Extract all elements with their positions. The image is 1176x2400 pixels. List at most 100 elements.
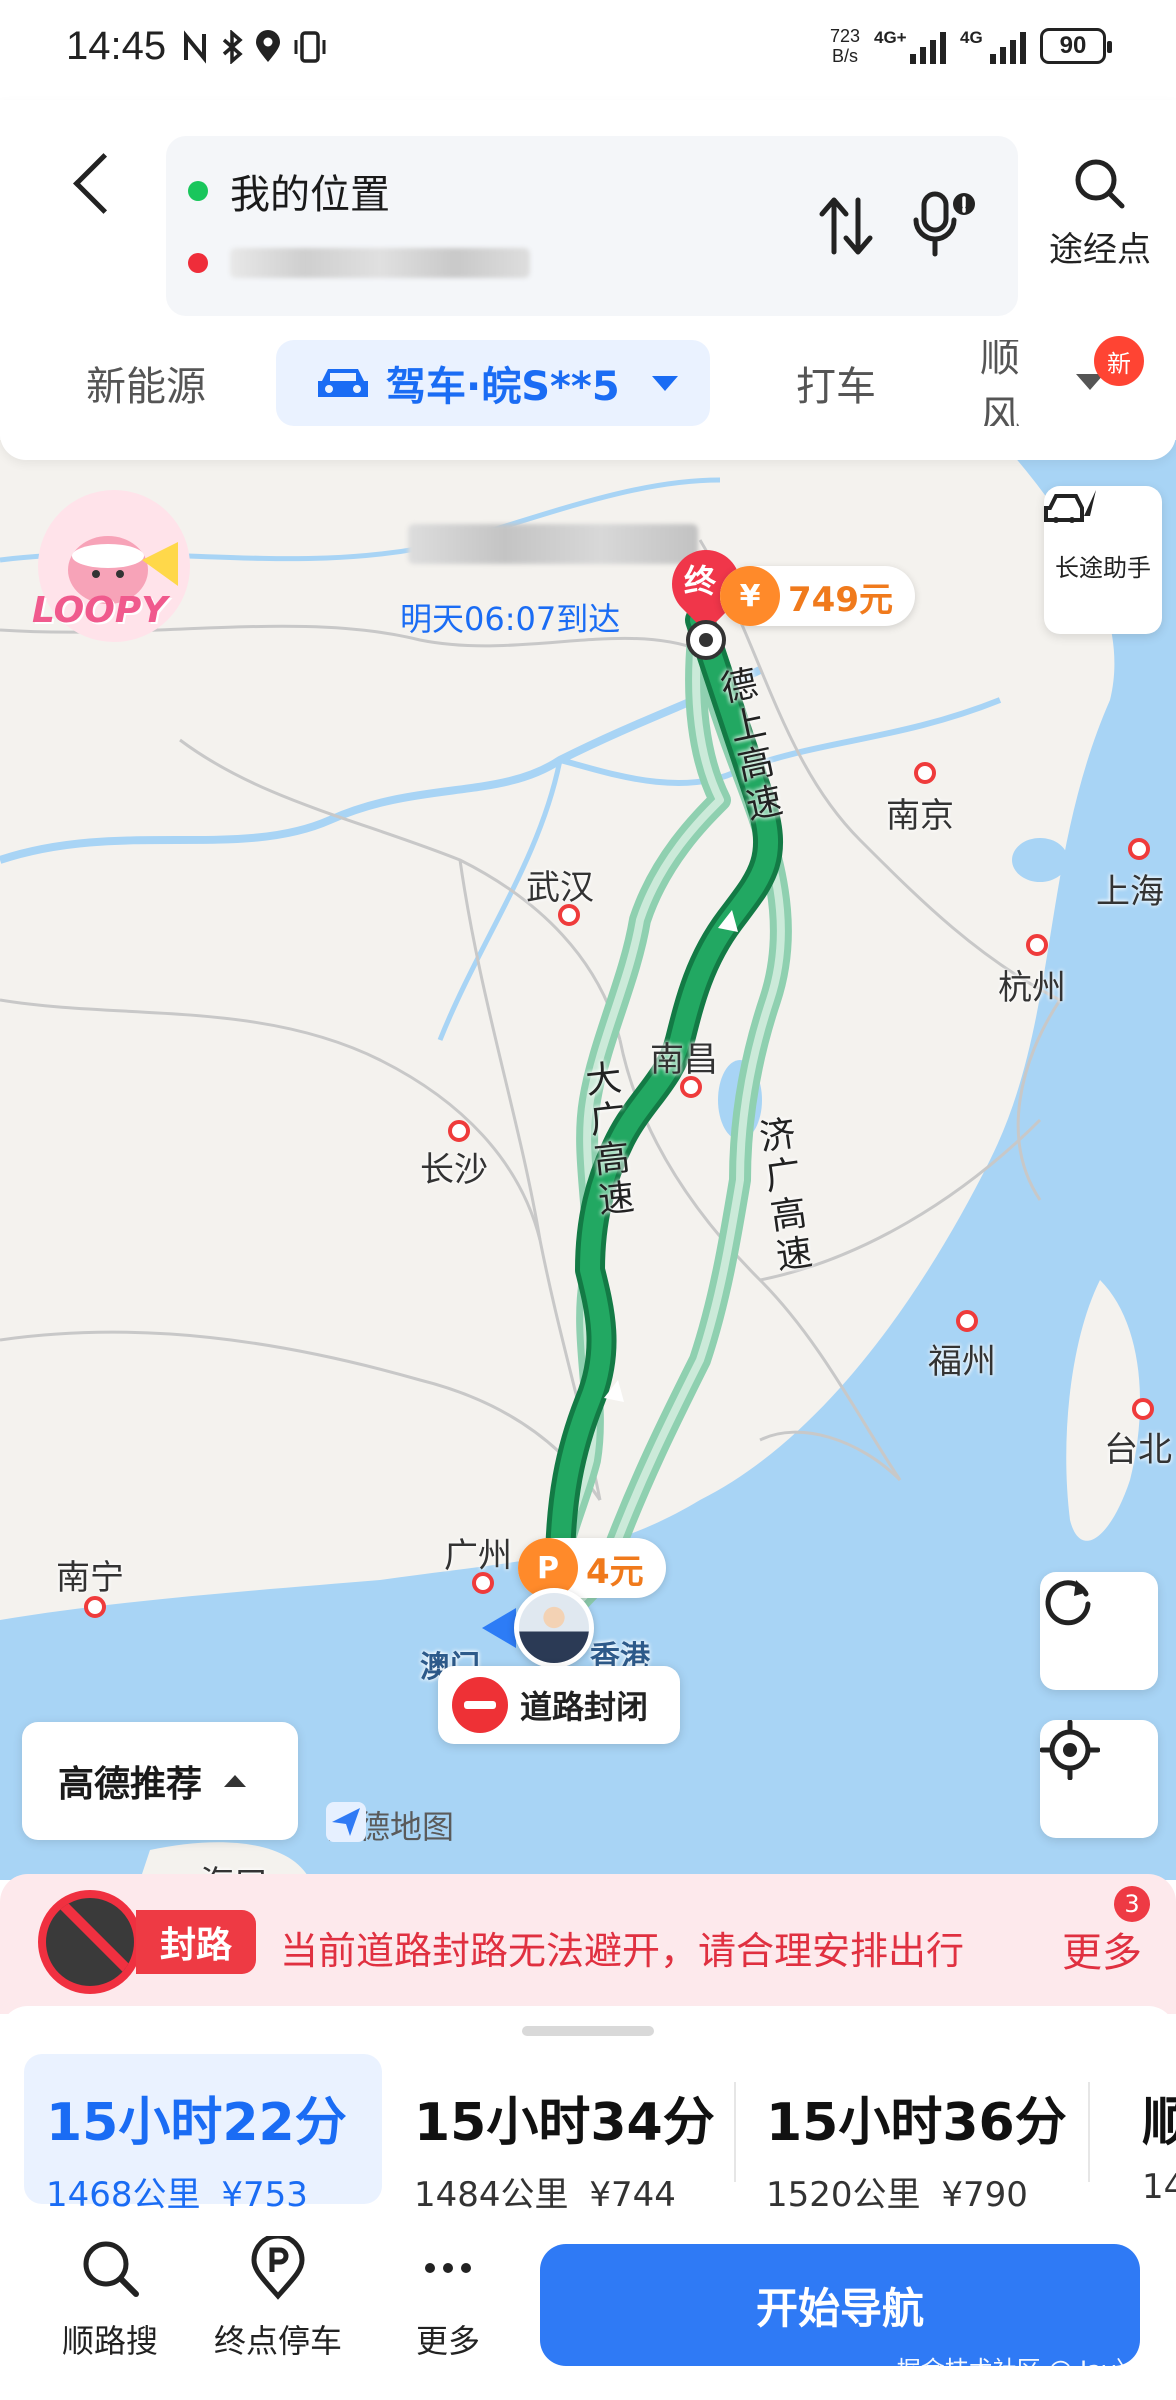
road-closed-label: 道路封闭: [520, 1688, 649, 1726]
route-option-2[interactable]: 15小时34分 1484公里 ¥744: [392, 2054, 732, 2215]
tab-drive[interactable]: 驾车·皖S**5: [276, 340, 710, 426]
route-options-panel: 15小时22分 1468公里 ¥753 15小时34分 1484公里 ¥744 …: [0, 2006, 1176, 2226]
road-closed-tag[interactable]: 道路封闭: [438, 1666, 680, 1744]
more-button[interactable]: 更多: [378, 2236, 518, 2362]
city-label-shanghai: 上海: [1096, 872, 1164, 912]
end-marker-label: 终: [684, 562, 717, 600]
gaode-recommend-label: 高德推荐: [58, 1764, 203, 1805]
drag-handle[interactable]: [522, 2026, 654, 2036]
route-option-time: 15小时22分: [46, 2093, 347, 2153]
start-navigation-button[interactable]: 开始导航: [540, 2244, 1140, 2366]
parking-amount: 4元: [586, 1551, 644, 1592]
city-pin-icon: [1132, 1398, 1154, 1420]
bluetooth-icon: [222, 30, 243, 64]
tab-taxi[interactable]: 打车: [796, 340, 876, 426]
battery-level: 90: [1059, 32, 1087, 59]
destination-field[interactable]: [188, 248, 530, 278]
city-label-hangzhou: 杭州: [998, 968, 1066, 1008]
battery-icon: 90: [1040, 28, 1112, 64]
notice-more-link[interactable]: 更多: [1062, 1920, 1142, 1978]
microphone-icon[interactable]: [910, 188, 980, 260]
search-icon: [83, 2241, 139, 2297]
route-option-1[interactable]: 15小时22分 1468公里 ¥753: [24, 2054, 382, 2215]
tab-ride[interactable]: 顺风: [980, 340, 1040, 426]
waypoint-label: 途经点: [1049, 230, 1151, 270]
route-option-cost: ¥744: [589, 2175, 676, 2215]
long-trip-label: 长途助手: [1055, 553, 1151, 582]
destination-point-icon: [686, 620, 726, 660]
route-option-3[interactable]: 15小时36分 1520公里 ¥790: [744, 2054, 1084, 2215]
nfc-icon: [184, 30, 206, 64]
origin-dot-icon: [188, 181, 208, 201]
watermark: 掘金技术社区 @ Jay〉: [896, 2356, 1140, 2384]
route-option-info: 14: [1142, 2167, 1176, 2204]
status-right: 723 B/s 4G+ 4G 90: [830, 26, 1112, 66]
route-option-info: 1520公里 ¥790: [766, 2167, 1084, 2216]
gaode-logo: 高德地图: [326, 1802, 454, 1848]
parking-tag[interactable]: P 4元: [518, 1538, 666, 1598]
signal-icon: 4G+: [874, 28, 946, 64]
loopy-logo: LOOPY: [32, 590, 168, 631]
more-label: 更多: [415, 2322, 480, 2360]
route-option-info: 1468公里 ¥753: [46, 2167, 382, 2216]
route-input-box: 我的位置: [166, 136, 1018, 316]
city-label-taibei: 台北: [1104, 1430, 1172, 1470]
swap-icon[interactable]: [816, 194, 876, 258]
tab-drive-label: 驾车·皖S**5: [386, 364, 620, 410]
tab-new-energy[interactable]: 新能源: [86, 340, 206, 426]
road-closed-icon: [38, 1890, 142, 1994]
end-parking-button[interactable]: 终点停车: [208, 2233, 348, 2362]
route-option-distance: 1468公里: [46, 2175, 201, 2215]
city-label-nanning: 南宁: [56, 1558, 124, 1598]
signal-tag: 4G+: [874, 28, 907, 47]
chevron-down-icon: [651, 376, 678, 391]
car-icon: [318, 369, 368, 397]
route-option-time: 15小时34分: [414, 2093, 715, 2153]
refresh-button[interactable]: [1040, 1572, 1158, 1690]
locate-icon: [1040, 1720, 1100, 1780]
city-label-changsha: 长沙: [420, 1150, 488, 1190]
route-option-distance: 14: [1142, 2167, 1176, 2204]
end-parking-label: 终点停车: [213, 2322, 342, 2360]
vibrate-icon: [294, 31, 326, 63]
notice-count-badge: 3: [1114, 1886, 1150, 1922]
city-label-nanjing: 南京: [886, 796, 954, 836]
car-route-icon: [1044, 490, 1096, 523]
locate-button[interactable]: [1040, 1720, 1158, 1838]
city-label-fuzhou: 福州: [928, 1342, 996, 1382]
toll-tag[interactable]: ¥ 749元: [720, 566, 915, 626]
route-option-time: 15小时36分: [766, 2093, 1067, 2153]
navigation-arrow-icon: [482, 1608, 516, 1648]
new-badge: 新: [1094, 336, 1144, 386]
map-view[interactable]: 南京 上海 武汉 杭州 南昌 长沙 福州 台北 广州 南宁 澳门 香港 海口 德…: [0, 440, 1176, 1880]
option-divider: [1088, 2082, 1090, 2182]
city-label-nanchang: 南昌: [650, 1040, 718, 1080]
bottom-action-bar: 顺路搜 终点停车 更多 开始导航 掘金技术社区 @ Jay〉: [0, 2214, 1176, 2400]
eta-label: 明天06:07到达: [400, 600, 621, 638]
route-option-4[interactable]: 顺 14: [1120, 2054, 1176, 2204]
destination-dot-icon: [188, 253, 208, 273]
search-along-button[interactable]: 顺路搜: [40, 2236, 180, 2362]
user-avatar[interactable]: [514, 1588, 594, 1668]
waypoint-button[interactable]: 途经点: [1040, 156, 1160, 271]
road-closure-notice[interactable]: 封路 当前道路封路无法避开，请合理安排出行 更多 3: [0, 1874, 1176, 2014]
location-icon: [256, 30, 280, 62]
status-time: 14:45: [66, 24, 167, 68]
refresh-icon: [1045, 1580, 1091, 1626]
signal-icon: 4G: [960, 28, 1026, 64]
city-label-wuhan: 武汉: [526, 868, 594, 908]
gaode-recommend-button[interactable]: 高德推荐: [22, 1722, 298, 1840]
loopy-sticker[interactable]: LOOPY: [32, 490, 202, 650]
route-option-time: 顺: [1142, 2093, 1176, 2153]
city-pin-icon: [448, 1120, 470, 1142]
route-option-cost: ¥753: [221, 2175, 308, 2215]
long-trip-assistant-button[interactable]: 长途助手: [1044, 486, 1162, 634]
status-icons: [180, 30, 328, 64]
city-pin-icon: [680, 1076, 702, 1098]
origin-field[interactable]: 我的位置: [188, 162, 390, 220]
city-pin-icon: [914, 762, 936, 784]
tab-ride-label: 顺风: [980, 340, 1020, 426]
back-button[interactable]: [68, 150, 118, 220]
route-option-info: 1484公里 ¥744: [414, 2167, 732, 2216]
destination-blurred: [230, 248, 530, 278]
